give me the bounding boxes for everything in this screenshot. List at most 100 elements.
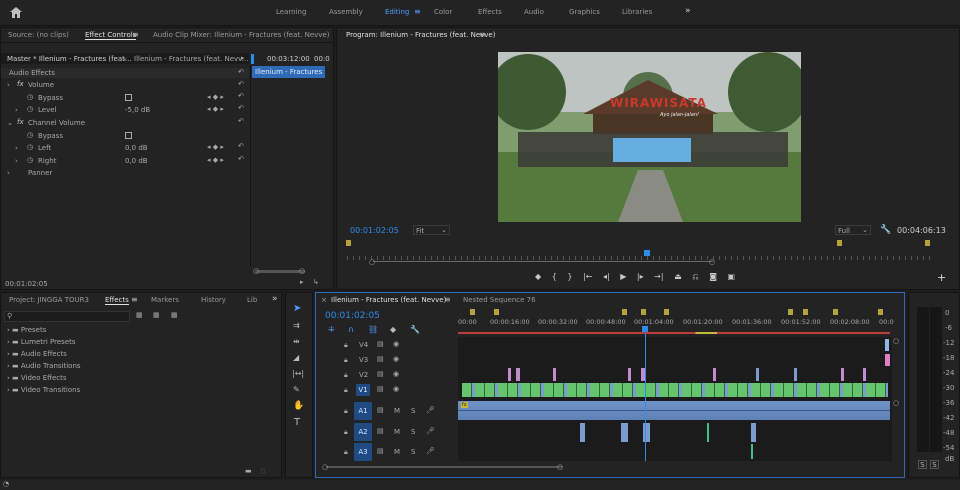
clip-a1-audio[interactable]: fx [458, 401, 890, 420]
eye-icon[interactable]: ◉ [393, 385, 399, 393]
stopwatch-icon[interactable]: ◷ [27, 93, 33, 101]
scroll-handle-icon[interactable]: ○ [253, 267, 259, 275]
sync-lock-icon[interactable]: ▤ [377, 447, 384, 455]
solo-button[interactable]: S [411, 428, 415, 436]
delete-icon[interactable]: ▯ [261, 467, 265, 475]
mute-button[interactable]: M [394, 407, 400, 415]
lock-icon[interactable]: 🔒︎ [344, 428, 348, 437]
clip-v2[interactable] [713, 368, 716, 381]
scroll-handle-icon[interactable]: ○ [322, 463, 328, 471]
clip-label[interactable]: Illenium - Fractures (feat. Nevv... [134, 55, 248, 63]
marker[interactable] [803, 309, 808, 315]
32bit-effects-icon[interactable]: ▦ [153, 311, 160, 319]
microphone-icon[interactable]: 🎤︎ [426, 427, 435, 435]
fx-icon[interactable]: fx [17, 80, 24, 88]
track-label-v3[interactable]: V3 [359, 356, 368, 364]
compare-icon[interactable]: ▣ [728, 272, 736, 281]
expand-chevron-icon[interactable]: › [15, 106, 18, 114]
lock-icon[interactable]: 🔒︎ [344, 341, 348, 350]
solo-left-button[interactable]: S [918, 460, 927, 469]
folder-video-transitions[interactable]: › ▬ Video Transitions [7, 386, 80, 394]
more-panels-icon[interactable]: » [272, 294, 278, 304]
camera-icon[interactable]: ◙ [709, 272, 717, 281]
marker[interactable] [833, 309, 838, 315]
workspace-tab-audio[interactable]: Audio [524, 8, 544, 16]
clip-v2[interactable] [756, 368, 759, 381]
stopwatch-icon[interactable]: ◷ [27, 105, 33, 113]
tab-nested-sequence[interactable]: Nested Sequence 76 [463, 296, 536, 304]
linked-selection-icon[interactable]: ⛓ [368, 325, 378, 334]
zoom-bar[interactable] [373, 261, 713, 262]
clip-v4[interactable] [885, 339, 889, 351]
track-label-v2[interactable]: V2 [359, 371, 368, 379]
reset-icon[interactable]: ↶ [238, 155, 244, 163]
solo-button[interactable]: S [411, 407, 415, 415]
panel-menu-icon[interactable]: ≡ [479, 30, 486, 39]
chevron-down-icon[interactable]: ⌄ [122, 54, 128, 62]
marker[interactable] [470, 309, 475, 315]
sync-lock-icon[interactable]: ▤ [377, 370, 384, 378]
sync-lock-icon[interactable]: ▤ [377, 355, 384, 363]
marker[interactable] [641, 309, 646, 315]
track-label-v4[interactable]: V4 [359, 341, 368, 349]
timeline-ruler[interactable]: 00:00 00:00:16:00 00:00:32:00 00:00:48:0… [458, 308, 898, 334]
clip-a2[interactable] [707, 423, 709, 442]
right-value[interactable]: 0,0 dB [125, 157, 148, 165]
ripple-edit-tool-icon[interactable]: ⇹ [293, 337, 300, 346]
expand-chevron-icon[interactable]: › [7, 81, 10, 89]
accelerated-effects-icon[interactable]: ▦ [136, 311, 143, 319]
microphone-icon[interactable]: 🎤︎ [426, 406, 435, 414]
workspace-tab-libraries[interactable]: Libraries [622, 8, 652, 16]
track-select-tool-icon[interactable]: ⇉ [293, 321, 300, 330]
eye-icon[interactable]: ◉ [393, 355, 399, 363]
yuv-effects-icon[interactable]: ▦ [171, 311, 178, 319]
eye-icon[interactable]: ◉ [393, 340, 399, 348]
marker[interactable] [622, 309, 627, 315]
sync-lock-icon[interactable]: ▤ [377, 340, 384, 348]
close-icon[interactable]: × [321, 296, 327, 304]
effects-search-input[interactable]: ⚲ [4, 311, 130, 322]
zoom-handle-icon[interactable]: ○ [369, 258, 375, 266]
tab-markers[interactable]: Markers [151, 296, 179, 304]
extract-icon[interactable]: ⎌ [692, 272, 698, 281]
tab-history[interactable]: History [201, 296, 226, 304]
wrench-icon[interactable]: 🔧 [880, 225, 891, 235]
timeline-playhead-handle[interactable] [642, 326, 648, 332]
hand-tool-icon[interactable]: ✋ [293, 401, 304, 411]
workspace-tab-assembly[interactable]: Assembly [329, 8, 363, 16]
tab-lib[interactable]: Lib [247, 296, 257, 304]
type-tool-icon[interactable]: T [294, 417, 300, 428]
tab-effect-controls[interactable]: Effect Controls [85, 31, 137, 40]
workspace-tab-graphics[interactable]: Graphics [569, 8, 600, 16]
workspace-tab-learning[interactable]: Learning [276, 8, 306, 16]
lock-icon[interactable]: 🔒︎ [344, 356, 348, 365]
play-icon[interactable]: ▶ [620, 272, 626, 281]
reset-icon[interactable]: ↶ [238, 104, 244, 112]
clip-v2[interactable] [553, 368, 556, 381]
razor-tool-icon[interactable]: ◢ [293, 353, 299, 362]
marker[interactable] [664, 309, 669, 315]
tab-project[interactable]: Project: JINGGA TOUR3 [9, 296, 89, 304]
go-to-in-icon[interactable]: |← [583, 272, 592, 281]
nest-toggle-icon[interactable]: ⁜ [328, 325, 335, 334]
clip-a3[interactable] [751, 444, 753, 459]
clip-v2[interactable] [516, 368, 520, 381]
mute-button[interactable]: M [394, 448, 400, 456]
workspace-tab-color[interactable]: Color [434, 8, 452, 16]
program-timecode[interactable]: 00:01:02:05 [350, 226, 399, 235]
workspace-tab-effects[interactable]: Effects [478, 8, 502, 16]
program-title[interactable]: Program: Illenium - Fractures (feat. Nev… [346, 31, 495, 39]
lock-icon[interactable]: 🔒︎ [344, 386, 348, 395]
marker[interactable] [837, 240, 842, 246]
lock-icon[interactable]: 🔒︎ [344, 371, 348, 380]
keyframe-nav-icon[interactable]: ◂ ◆ ▸ [207, 105, 224, 113]
panel-menu-icon[interactable]: ≡ [132, 30, 139, 39]
track-label-a2[interactable]: A2 [354, 423, 372, 441]
step-back-icon[interactable]: ◂| [603, 272, 610, 281]
scroll-handle-icon[interactable]: ○ [893, 399, 899, 407]
marker[interactable] [346, 240, 351, 246]
clip-v1-sequence[interactable] [462, 383, 888, 397]
panel-menu-icon[interactable]: ≡ [444, 295, 451, 304]
clip-a2[interactable] [751, 423, 756, 442]
scroll-handle-icon[interactable]: ○ [299, 267, 305, 275]
